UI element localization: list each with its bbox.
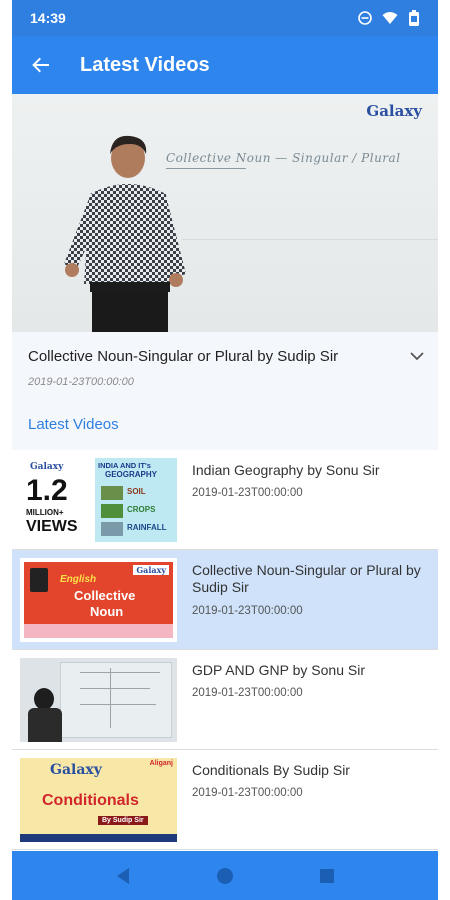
page-title: Latest Videos — [80, 53, 210, 76]
screen: 14:39 Latest Videos Collective Noun — Si… — [0, 0, 450, 900]
thumb-logo: Galaxy — [133, 565, 169, 575]
video-title: Collective Noun-Singular or Plural by Su… — [192, 562, 421, 595]
video-player[interactable]: Collective Noun — Singular / Plural Gala… — [12, 94, 438, 332]
arrow-back-icon — [32, 57, 49, 73]
back-button[interactable] — [12, 36, 70, 94]
video-title: Indian Geography by Sonu Sir — [192, 462, 380, 478]
video-thumbnail — [20, 658, 177, 742]
player-logo: Galaxy — [366, 102, 422, 120]
video-date: 2019-01-23T00:00:00 — [192, 487, 303, 499]
triangle-back-icon — [117, 867, 129, 884]
list-item-selected[interactable]: Galaxy English Collective Noun Collectiv… — [12, 550, 438, 650]
now-playing-title: Collective Noun-Singular or Plural by Su… — [28, 348, 339, 365]
video-title: GDP AND GNP by Sonu Sir — [192, 662, 365, 678]
section-title: Latest Videos — [28, 416, 119, 433]
video-thumbnail: Galaxy Aliganj Conditionals By Sudip Sir — [20, 758, 177, 842]
thumb-head-2: GEOGRAPHY — [105, 470, 158, 479]
player-logo-text: Galaxy — [366, 102, 422, 120]
status-bar: 14:39 — [12, 0, 438, 36]
thumb-by: By Sudip Sir — [98, 816, 148, 825]
video-title: Conditionals By Sudip Sir — [192, 762, 350, 778]
whiteboard-line — [182, 239, 438, 240]
status-icons — [358, 10, 420, 26]
thumb-row-3: RAINFALL — [127, 523, 167, 532]
video-date: 2019-01-23T00:00:00 — [192, 605, 303, 617]
now-playing-info: Collective Noun-Singular or Plural by Su… — [12, 332, 438, 450]
thumb-tag: Aliganj — [149, 760, 173, 767]
battery-icon — [408, 10, 420, 26]
nav-recents-button[interactable] — [307, 856, 347, 896]
video-list: Galaxy 1.2 MILLION+ VIEWS INDIA AND IT's… — [12, 450, 438, 850]
thumb-row-1: SOIL — [127, 487, 146, 496]
thumb-million: MILLION+ — [26, 508, 64, 517]
video-thumbnail: Galaxy 1.2 MILLION+ VIEWS INDIA AND IT's… — [20, 458, 177, 542]
thumb-logo: Galaxy — [50, 762, 102, 778]
status-time: 14:39 — [30, 10, 66, 26]
list-item[interactable]: GDP AND GNP by Sonu Sir 2019-01-23T00:00… — [12, 650, 438, 750]
circle-home-icon — [217, 867, 233, 884]
system-nav-bar — [12, 851, 438, 900]
teacher-figure — [64, 135, 186, 332]
thumb-views: VIEWS — [26, 518, 78, 535]
thumb-head-1: INDIA AND IT's — [98, 461, 151, 470]
square-recents-icon — [320, 868, 334, 883]
do-not-disturb-icon — [358, 11, 372, 25]
expand-button[interactable] — [410, 348, 424, 366]
nav-back-button[interactable] — [103, 856, 143, 896]
thumb-row-2: CROPS — [127, 505, 156, 514]
thumb-heading: Conditionals — [42, 792, 139, 809]
nav-home-button[interactable] — [205, 856, 245, 896]
wifi-icon — [382, 11, 398, 25]
whiteboard-text: Collective Noun — Singular / Plural — [166, 151, 401, 165]
thumb-logo: Galaxy — [30, 462, 64, 472]
chevron-down-icon — [410, 352, 424, 361]
thumb-line-1: English — [60, 574, 97, 585]
app-bar: Latest Videos — [12, 36, 438, 94]
video-date: 2019-01-23T00:00:00 — [192, 687, 303, 699]
video-date: 2019-01-23T00:00:00 — [192, 787, 303, 799]
now-playing-date: 2019-01-23T00:00:00 — [28, 376, 134, 388]
list-item[interactable]: Galaxy 1.2 MILLION+ VIEWS INDIA AND IT's… — [12, 450, 438, 550]
video-thumbnail: Galaxy English Collective Noun — [20, 558, 177, 642]
thumb-line-2: Collective — [74, 588, 136, 603]
thumb-big-number: 1.2 — [26, 474, 68, 507]
list-item[interactable]: Galaxy Aliganj Conditionals By Sudip Sir… — [12, 750, 438, 850]
thumb-line-3: Noun — [90, 604, 124, 619]
app-frame: 14:39 Latest Videos Collective Noun — Si… — [12, 0, 438, 900]
